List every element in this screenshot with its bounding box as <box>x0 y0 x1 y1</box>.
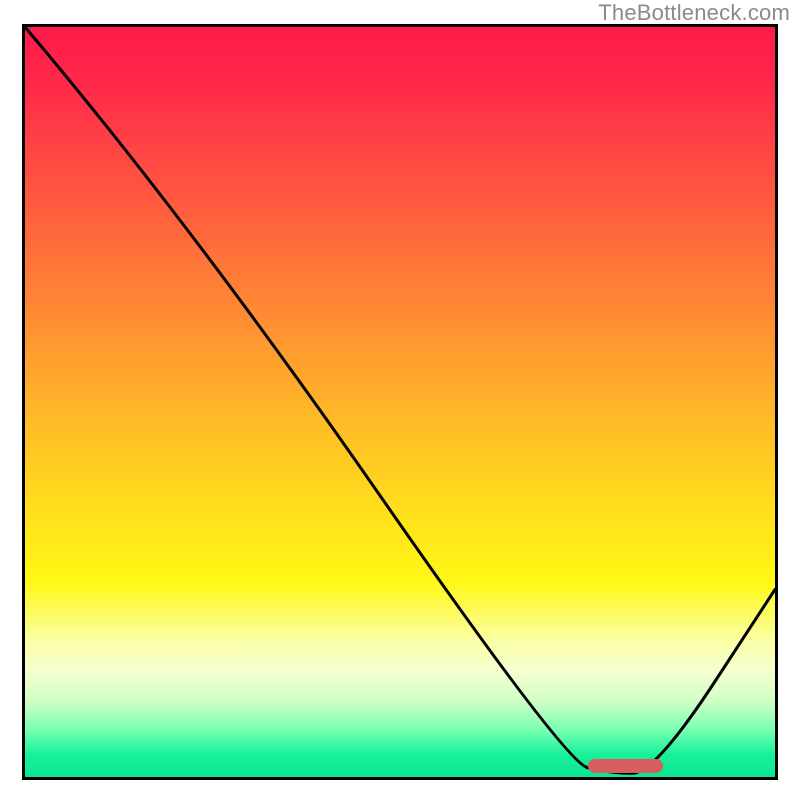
chart-container: TheBottleneck.com <box>0 0 800 800</box>
attribution-text: TheBottleneck.com <box>598 0 790 26</box>
optimal-range-marker <box>588 759 663 773</box>
plot-area <box>22 24 778 780</box>
bottleneck-curve <box>25 27 775 777</box>
